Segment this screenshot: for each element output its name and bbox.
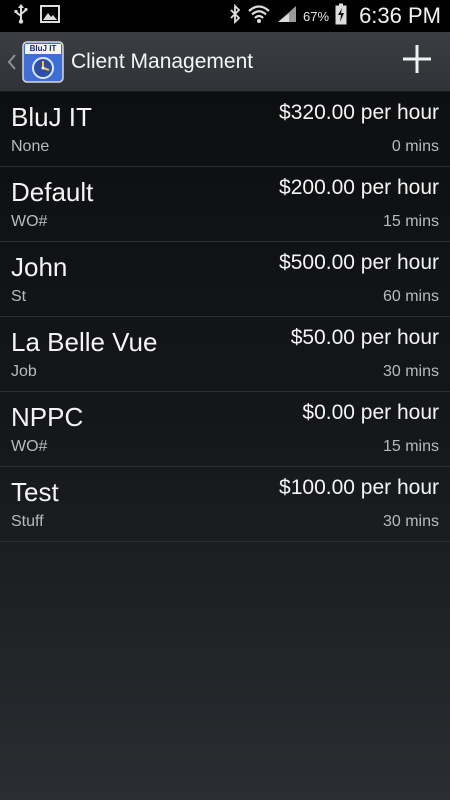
client-reference: Job [11,363,37,380]
wifi-icon [247,4,271,29]
app-icon[interactable]: BluJ IT [22,40,64,83]
list-item[interactable]: NPPC $0.00 per hour WO# 15 mins [0,392,450,467]
client-rounding: 30 mins [382,513,439,530]
list-item[interactable]: Test $100.00 per hour Stuff 30 mins [0,467,450,542]
client-rounding: 0 mins [391,138,439,155]
plus-icon [401,43,433,80]
client-reference: None [11,138,50,155]
chevron-left-icon[interactable] [2,53,22,71]
client-rounding: 30 mins [382,363,439,380]
list-item[interactable]: Default $200.00 per hour WO# 15 mins [0,167,450,242]
status-right-icons: 67% 6:36 PM [229,3,450,30]
client-reference: St [11,288,27,305]
status-time: 6:36 PM [359,3,441,28]
client-name: BluJ IT [11,102,92,132]
client-name: Default [11,177,94,207]
client-rounding: 15 mins [382,213,439,230]
client-name: La Belle Vue [11,327,158,357]
list-item[interactable]: La Belle Vue $50.00 per hour Job 30 mins [0,317,450,392]
bluetooth-icon [229,3,241,29]
client-rate: $50.00 per hour [290,326,439,349]
list-item[interactable]: BluJ IT $320.00 per hour None 0 mins [0,92,450,167]
app-icon-label: BluJ IT [29,43,57,53]
status-bar: 67% 6:36 PM [0,0,450,32]
battery-charging-icon [335,3,347,30]
client-name: John [11,252,68,282]
client-rate: $200.00 per hour [279,176,439,199]
client-rounding: 15 mins [382,438,439,455]
client-name: Test [11,477,59,507]
client-rounding: 60 mins [382,288,439,305]
status-left-icons [0,3,60,29]
client-rate: $500.00 per hour [279,251,439,274]
page-title: Client Management [71,49,254,73]
add-client-button[interactable] [384,32,450,91]
client-reference: WO# [11,438,48,455]
client-reference: WO# [11,213,48,230]
image-icon [40,4,60,28]
usb-icon [14,3,28,29]
client-name: NPPC [11,402,84,432]
client-rate: $320.00 per hour [279,101,439,124]
client-rate: $100.00 per hour [279,476,439,499]
client-reference: Stuff [11,513,44,530]
client-list: BluJ IT $320.00 per hour None 0 mins Def… [0,92,450,542]
action-bar: BluJ IT Client Management [0,32,450,92]
screen: 67% 6:36 PM BluJ IT Client Management Bl… [0,0,450,800]
list-item[interactable]: John $500.00 per hour St 60 mins [0,242,450,317]
battery-percent: 67% [303,8,330,24]
client-rate: $0.00 per hour [302,401,439,424]
signal-icon [277,5,297,28]
